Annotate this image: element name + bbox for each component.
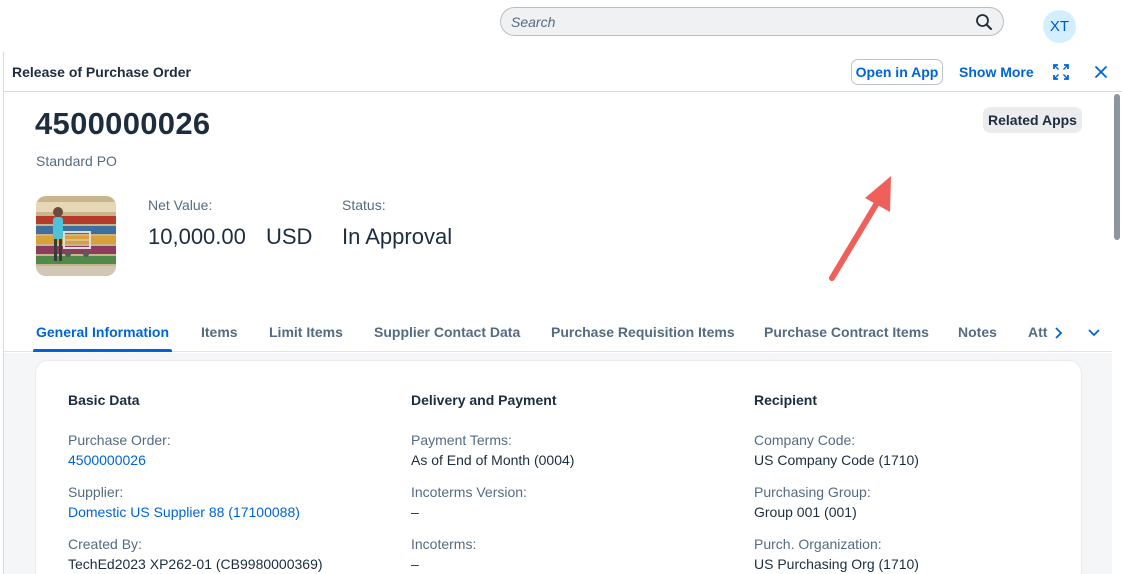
avatar[interactable]: XT (1043, 10, 1076, 43)
purchase-order-link[interactable]: 4500000026 (68, 452, 146, 468)
field-label: Purchase Order: (68, 432, 171, 448)
status-value: In Approval (342, 224, 453, 249)
field-label: Purchasing Group: (754, 484, 871, 500)
tab-supplier-contact-data[interactable]: Supplier Contact Data (374, 324, 520, 340)
currency: USD (266, 224, 313, 249)
tab-limit-items[interactable]: Limit Items (269, 324, 343, 340)
tab-overflow-menu[interactable] (1085, 324, 1103, 342)
search-icon[interactable] (975, 13, 993, 31)
close-icon (1095, 66, 1107, 78)
related-apps-button[interactable]: Related Apps (983, 107, 1082, 133)
company-code-value: US Company Code (1710) (754, 452, 919, 468)
tab-bar: General Information Items Limit Items Su… (4, 316, 1112, 352)
incoterms-version-value: – (411, 504, 419, 520)
tab-items[interactable]: Items (201, 324, 238, 340)
annotation-arrow (829, 176, 891, 281)
chevron-down-icon (1088, 329, 1100, 337)
payment-terms-value: As of End of Month (0004) (411, 452, 575, 468)
active-tab-indicator (33, 349, 172, 352)
page-title: 4500000026 (35, 106, 211, 141)
product-image (36, 196, 116, 276)
created-by-value: TechEd2023 XP262-01 (CB9980000369) (68, 556, 323, 572)
net-value-label: Net Value: (148, 197, 213, 213)
show-more-button[interactable]: Show More (954, 59, 1039, 85)
field-label: Created By: (68, 536, 142, 552)
field-label: Company Code: (754, 432, 856, 448)
search-field[interactable] (500, 7, 1004, 36)
net-value: 10,000.00 (148, 224, 246, 249)
field-label: Payment Terms: (411, 432, 512, 448)
tab-general-information[interactable]: General Information (36, 324, 169, 340)
tab-scroll-right[interactable] (1050, 324, 1068, 342)
tab-attachments[interactable]: Att (1028, 324, 1047, 340)
chevron-right-icon (1055, 327, 1063, 339)
quick-view-dialog: Release of Purchase Order Open in App Sh… (3, 52, 1122, 574)
section-title-recipient: Recipient (754, 392, 818, 408)
open-in-app-button[interactable]: Open in App (851, 59, 943, 85)
scrollbar[interactable] (1114, 94, 1120, 574)
field-label: Supplier: (68, 484, 124, 500)
field-label: Incoterms Version: (411, 484, 527, 500)
shell-bar: XT (0, 0, 1122, 52)
page-subtitle: Standard PO (36, 153, 117, 169)
search-input[interactable] (511, 12, 951, 32)
purch-organization-value: US Purchasing Org (1710) (754, 556, 919, 572)
field-label: Incoterms: (411, 536, 477, 552)
general-information-card: Basic Data Purchase Order: 4500000026 Su… (36, 361, 1081, 574)
fullscreen-button[interactable] (1050, 61, 1072, 83)
tab-notes[interactable]: Notes (958, 324, 997, 340)
incoterms-value: – (411, 556, 419, 572)
section-title-delivery-payment: Delivery and Payment (411, 392, 557, 408)
dialog-titlebar: Release of Purchase Order Open in App Sh… (4, 52, 1122, 92)
tab-purchase-requisition-items[interactable]: Purchase Requisition Items (551, 324, 735, 340)
object-header: 4500000026 Standard PO Related Apps Net … (4, 92, 1112, 352)
scrollbar-thumb[interactable] (1114, 94, 1120, 240)
close-button[interactable] (1090, 61, 1112, 83)
fullscreen-icon (1053, 64, 1069, 80)
tab-purchase-contract-items[interactable]: Purchase Contract Items (764, 324, 929, 340)
field-label: Purch. Organization: (754, 536, 882, 552)
supplier-link[interactable]: Domestic US Supplier 88 (17100088) (68, 504, 300, 520)
section-title-basic-data: Basic Data (68, 392, 140, 408)
status-label: Status: (342, 197, 386, 213)
purchasing-group-value: Group 001 (001) (754, 504, 857, 520)
dialog-title: Release of Purchase Order (12, 64, 191, 80)
